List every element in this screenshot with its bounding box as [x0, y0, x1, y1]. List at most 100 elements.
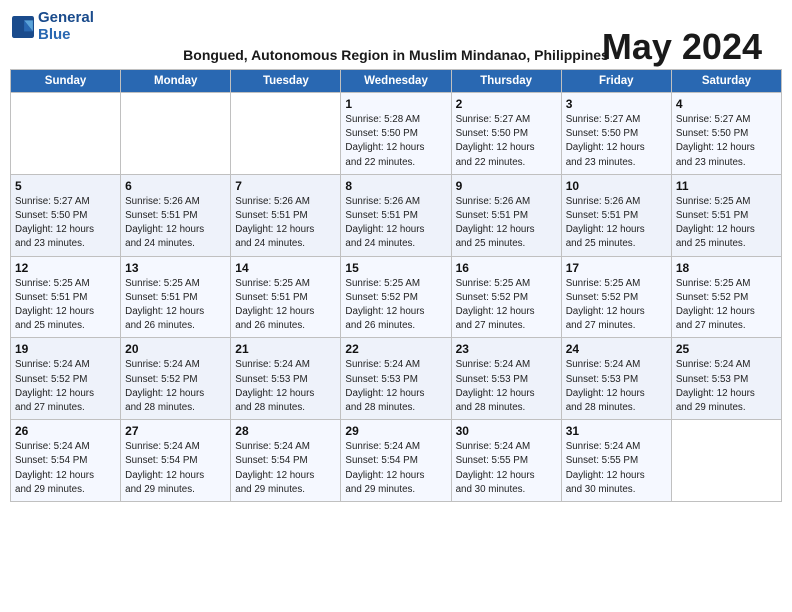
calendar-cell: 23Sunrise: 5:24 AMSunset: 5:53 PMDayligh…	[451, 338, 561, 420]
calendar-cell: 3 Sunrise: 5:27 AMSunset: 5:50 PMDaylight…	[561, 93, 671, 175]
column-header-tuesday: Tuesday	[231, 70, 341, 93]
column-header-friday: Friday	[561, 70, 671, 93]
day-info: Sunrise: 5:24 AMSunset: 5:54 PMDaylight:…	[125, 440, 226, 497]
calendar-cell: 21Sunrise: 5:24 AMSunset: 5:53 PMDayligh…	[231, 338, 341, 420]
day-info: Sunrise: 5:26 AMSunset: 5:51 PMDaylight:…	[456, 195, 557, 252]
day-number: 9	[456, 179, 557, 193]
calendar-cell: 7 Sunrise: 5:26 AMSunset: 5:51 PMDaylight…	[231, 174, 341, 256]
day-number: 6	[125, 179, 226, 193]
day-info: Sunrise: 5:24 AMSunset: 5:53 PMDaylight:…	[676, 358, 777, 415]
column-header-sunday: Sunday	[11, 70, 121, 93]
day-number: 21	[235, 342, 336, 356]
day-info: Sunrise: 5:25 AMSunset: 5:52 PMDaylight:…	[345, 277, 446, 334]
logo-line2: Blue	[38, 27, 94, 44]
day-number: 7	[235, 179, 336, 193]
calendar-cell: 16Sunrise: 5:25 AMSunset: 5:52 PMDayligh…	[451, 256, 561, 338]
calendar-cell: 11 Sunrise: 5:25 AMSunset: 5:51 PMDayligh…	[671, 174, 781, 256]
day-number: 4	[676, 97, 777, 111]
calendar-table: SundayMondayTuesdayWednesdayThursdayFrid…	[10, 69, 782, 502]
calendar-cell: 18 Sunrise: 5:25 AMSunset: 5:52 PMDayligh…	[671, 256, 781, 338]
day-info: Sunrise: 5:27 AMSunset: 5:50 PMDaylight:…	[566, 113, 667, 170]
calendar-cell: 10 Sunrise: 5:26 AMSunset: 5:51 PMDayligh…	[561, 174, 671, 256]
calendar-week-1: 1Sunrise: 5:28 AMSunset: 5:50 PMDaylight…	[11, 93, 782, 175]
column-header-monday: Monday	[121, 70, 231, 93]
calendar-cell: 5 Sunrise: 5:27 AMSunset: 5:50 PMDaylight…	[11, 174, 121, 256]
day-info: Sunrise: 5:25 AMSunset: 5:51 PMDaylight:…	[15, 277, 116, 334]
calendar-cell: 30Sunrise: 5:24 AMSunset: 5:55 PMDayligh…	[451, 420, 561, 502]
calendar-cell: 27 Sunrise: 5:24 AMSunset: 5:54 PMDayligh…	[121, 420, 231, 502]
day-number: 28	[235, 424, 336, 438]
day-info: Sunrise: 5:24 AMSunset: 5:53 PMDaylight:…	[566, 358, 667, 415]
day-info: Sunrise: 5:24 AMSunset: 5:55 PMDaylight:…	[566, 440, 667, 497]
day-number: 27	[125, 424, 226, 438]
logo-icon	[12, 16, 34, 38]
day-info: Sunrise: 5:27 AMSunset: 5:50 PMDaylight:…	[676, 113, 777, 170]
day-number: 18	[676, 261, 777, 275]
day-info: Sunrise: 5:25 AMSunset: 5:52 PMDaylight:…	[676, 277, 777, 334]
day-info: Sunrise: 5:24 AMSunset: 5:53 PMDaylight:…	[345, 358, 446, 415]
day-number: 24	[566, 342, 667, 356]
day-info: Sunrise: 5:24 AMSunset: 5:52 PMDaylight:…	[125, 358, 226, 415]
title-section: May 2024	[602, 26, 762, 68]
day-number: 3	[566, 97, 667, 111]
column-header-thursday: Thursday	[451, 70, 561, 93]
calendar-cell: 24 Sunrise: 5:24 AMSunset: 5:53 PMDayligh…	[561, 338, 671, 420]
day-info: Sunrise: 5:25 AMSunset: 5:52 PMDaylight:…	[566, 277, 667, 334]
calendar-week-4: 19 Sunrise: 5:24 AMSunset: 5:52 PMDayligh…	[11, 338, 782, 420]
day-info: Sunrise: 5:26 AMSunset: 5:51 PMDaylight:…	[125, 195, 226, 252]
day-number: 8	[345, 179, 446, 193]
day-number: 12	[15, 261, 116, 275]
calendar-cell: 1Sunrise: 5:28 AMSunset: 5:50 PMDaylight…	[341, 93, 451, 175]
day-info: Sunrise: 5:26 AMSunset: 5:51 PMDaylight:…	[345, 195, 446, 252]
calendar-cell: 31 Sunrise: 5:24 AMSunset: 5:55 PMDayligh…	[561, 420, 671, 502]
month-title: May 2024	[602, 26, 762, 68]
calendar-cell: 25 Sunrise: 5:24 AMSunset: 5:53 PMDayligh…	[671, 338, 781, 420]
day-number: 19	[15, 342, 116, 356]
calendar-week-5: 26Sunrise: 5:24 AMSunset: 5:54 PMDayligh…	[11, 420, 782, 502]
calendar-cell: 4 Sunrise: 5:27 AMSunset: 5:50 PMDaylight…	[671, 93, 781, 175]
day-number: 23	[456, 342, 557, 356]
day-number: 15	[345, 261, 446, 275]
calendar-cell: 9 Sunrise: 5:26 AMSunset: 5:51 PMDaylight…	[451, 174, 561, 256]
day-number: 20	[125, 342, 226, 356]
day-info: Sunrise: 5:26 AMSunset: 5:51 PMDaylight:…	[566, 195, 667, 252]
day-info: Sunrise: 5:25 AMSunset: 5:51 PMDaylight:…	[125, 277, 226, 334]
day-info: Sunrise: 5:25 AMSunset: 5:51 PMDaylight:…	[235, 277, 336, 334]
day-number: 10	[566, 179, 667, 193]
column-header-wednesday: Wednesday	[341, 70, 451, 93]
day-info: Sunrise: 5:24 AMSunset: 5:54 PMDaylight:…	[345, 440, 446, 497]
calendar-cell: 26Sunrise: 5:24 AMSunset: 5:54 PMDayligh…	[11, 420, 121, 502]
day-info: Sunrise: 5:25 AMSunset: 5:51 PMDaylight:…	[676, 195, 777, 252]
logo-line1: General	[38, 10, 94, 27]
calendar-cell	[121, 93, 231, 175]
day-number: 25	[676, 342, 777, 356]
day-number: 5	[15, 179, 116, 193]
day-info: Sunrise: 5:25 AMSunset: 5:52 PMDaylight:…	[456, 277, 557, 334]
day-number: 31	[566, 424, 667, 438]
calendar-cell	[231, 93, 341, 175]
calendar-cell: 28 Sunrise: 5:24 AMSunset: 5:54 PMDayligh…	[231, 420, 341, 502]
calendar-cell: 6 Sunrise: 5:26 AMSunset: 5:51 PMDaylight…	[121, 174, 231, 256]
calendar-week-2: 5 Sunrise: 5:27 AMSunset: 5:50 PMDaylight…	[11, 174, 782, 256]
calendar-header-row: SundayMondayTuesdayWednesdayThursdayFrid…	[11, 70, 782, 93]
day-number: 22	[345, 342, 446, 356]
day-number: 13	[125, 261, 226, 275]
day-info: Sunrise: 5:27 AMSunset: 5:50 PMDaylight:…	[15, 195, 116, 252]
calendar-cell: 14Sunrise: 5:25 AMSunset: 5:51 PMDayligh…	[231, 256, 341, 338]
day-number: 11	[676, 179, 777, 193]
calendar-cell: 19 Sunrise: 5:24 AMSunset: 5:52 PMDayligh…	[11, 338, 121, 420]
day-info: Sunrise: 5:24 AMSunset: 5:52 PMDaylight:…	[15, 358, 116, 415]
calendar-cell: 17 Sunrise: 5:25 AMSunset: 5:52 PMDayligh…	[561, 256, 671, 338]
calendar-cell	[671, 420, 781, 502]
day-info: Sunrise: 5:24 AMSunset: 5:54 PMDaylight:…	[235, 440, 336, 497]
day-info: Sunrise: 5:26 AMSunset: 5:51 PMDaylight:…	[235, 195, 336, 252]
day-info: Sunrise: 5:24 AMSunset: 5:55 PMDaylight:…	[456, 440, 557, 497]
day-number: 2	[456, 97, 557, 111]
calendar-cell: 15 Sunrise: 5:25 AMSunset: 5:52 PMDayligh…	[341, 256, 451, 338]
calendar-cell: 12 Sunrise: 5:25 AMSunset: 5:51 PMDayligh…	[11, 256, 121, 338]
day-number: 17	[566, 261, 667, 275]
calendar-cell: 13 Sunrise: 5:25 AMSunset: 5:51 PMDayligh…	[121, 256, 231, 338]
calendar-cell: 20 Sunrise: 5:24 AMSunset: 5:52 PMDayligh…	[121, 338, 231, 420]
calendar-week-3: 12 Sunrise: 5:25 AMSunset: 5:51 PMDayligh…	[11, 256, 782, 338]
calendar-cell: 29Sunrise: 5:24 AMSunset: 5:54 PMDayligh…	[341, 420, 451, 502]
